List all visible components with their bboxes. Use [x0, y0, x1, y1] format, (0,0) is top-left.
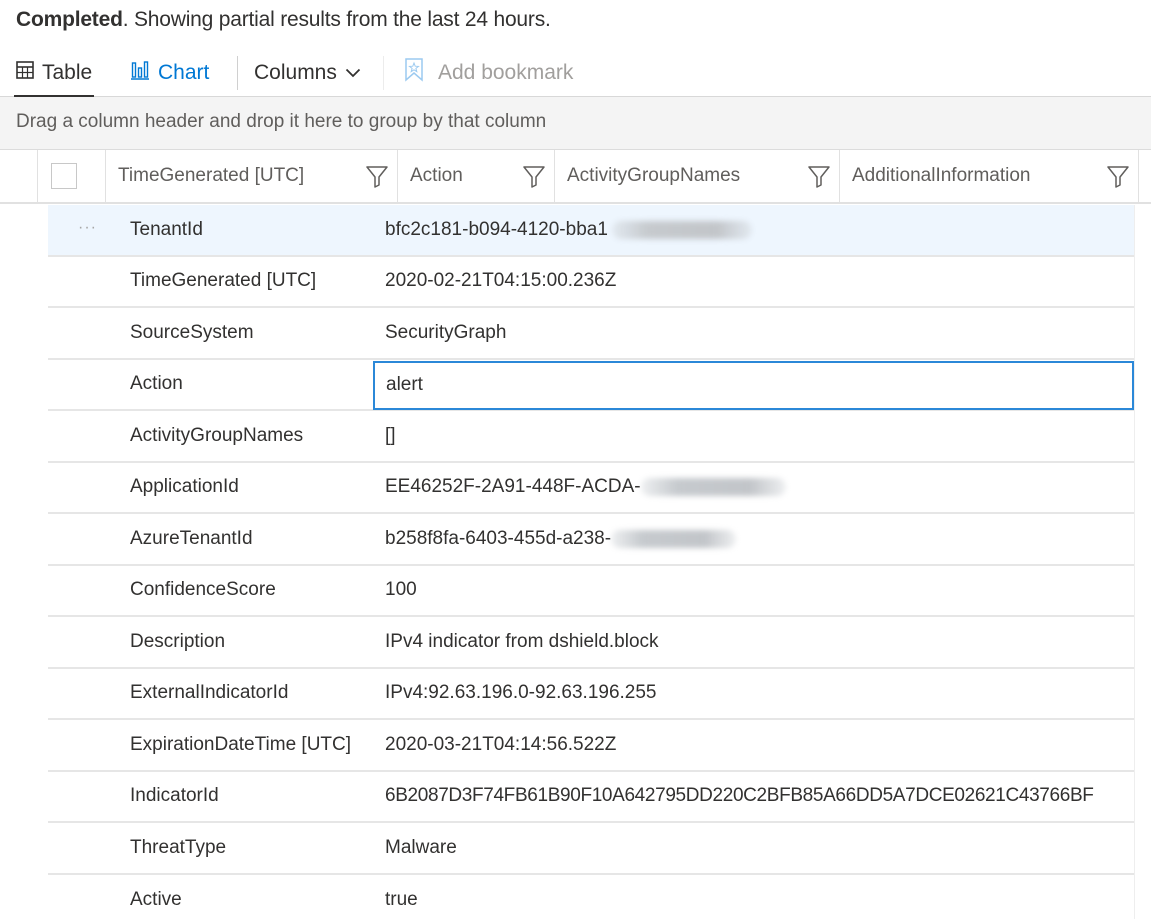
detail-row[interactable]: ActivityGroupNames []	[48, 411, 1134, 463]
field-value: Malware	[385, 836, 457, 858]
chevron-down-icon	[345, 67, 361, 79]
detail-panel-border	[1134, 205, 1135, 919]
redacted-value	[611, 529, 737, 548]
field-name: ActivityGroupNames	[130, 424, 304, 446]
field-name: ThreatType	[130, 836, 227, 858]
field-name: Action	[130, 373, 183, 395]
table-icon	[16, 61, 34, 85]
column-header-activitygroupnames[interactable]: ActivityGroupNames	[554, 150, 839, 202]
add-bookmark-button[interactable]: Add bookmark	[404, 50, 573, 96]
detail-row[interactable]: Action alert	[48, 359, 1134, 411]
detail-row[interactable]: ApplicationId EE46252F-2A91-448F-ACDA-	[48, 462, 1134, 514]
field-value: EE46252F-2A91-448F-ACDA-	[385, 476, 786, 498]
column-header-label: AdditionalInformation	[852, 165, 1031, 186]
detail-row[interactable]: SourceSystem SecurityGraph	[48, 308, 1134, 360]
field-name: ExternalIndicatorId	[130, 682, 289, 704]
results-table-header: TimeGenerated [UTC] Action ActivityGroup…	[0, 150, 1151, 204]
results-toolbar: Table Chart Columns Add bookmark	[0, 50, 1151, 98]
field-value: SecurityGraph	[385, 321, 507, 343]
bookmark-icon	[404, 58, 424, 88]
toolbar-divider	[383, 56, 384, 90]
field-name: TimeGenerated [UTC]	[130, 270, 317, 292]
select-all-checkbox[interactable]	[51, 163, 77, 189]
filter-icon[interactable]	[807, 164, 831, 188]
detail-row[interactable]: ConfidenceScore 100	[48, 565, 1134, 617]
status-completed: Completed	[16, 8, 123, 31]
detail-row[interactable]: ExpirationDateTime [UTC] 2020-03-21T04:1…	[48, 720, 1134, 772]
field-value: b258f8fa-6403-455d-a238-	[385, 528, 737, 550]
filter-icon[interactable]	[522, 164, 546, 188]
field-name: SourceSystem	[130, 321, 254, 343]
redacted-value	[611, 220, 752, 239]
field-name: ApplicationId	[130, 476, 239, 498]
add-bookmark-label: Add bookmark	[438, 61, 574, 84]
field-name: ConfidenceScore	[130, 579, 276, 601]
focused-field-value[interactable]: alert	[373, 360, 1134, 410]
detail-row[interactable]: AzureTenantId b258f8fa-6403-455d-a238-	[48, 514, 1134, 566]
filter-icon[interactable]	[365, 164, 389, 188]
chart-icon	[130, 60, 150, 86]
detail-row[interactable]: Description IPv4 indicator from dshield.…	[48, 617, 1134, 669]
field-value: alert	[386, 374, 423, 395]
columns-dropdown[interactable]: Columns	[254, 50, 361, 96]
field-name: ExpirationDateTime [UTC]	[130, 733, 352, 755]
columns-label: Columns	[254, 61, 337, 84]
detail-row[interactable]: ThreatType Malware	[48, 823, 1134, 875]
field-name: Description	[130, 630, 226, 652]
status-message: . Showing partial results from the last …	[122, 8, 551, 31]
record-detail-panel: ··· TenantId bfc2c181-b094-4120-bba1 Tim…	[48, 205, 1134, 919]
detail-row[interactable]: Active true	[48, 874, 1134, 919]
field-value: true	[385, 889, 418, 911]
field-name: Active	[130, 889, 182, 911]
column-header-label: TimeGenerated [UTC]	[118, 165, 305, 186]
field-name: TenantId	[130, 218, 203, 240]
field-value: 2020-02-21T04:15:00.236Z	[385, 270, 617, 292]
redacted-value	[640, 478, 786, 497]
group-by-drop-zone[interactable]: Drag a column header and drop it here to…	[0, 97, 1151, 150]
detail-row[interactable]: ExternalIndicatorId IPv4:92.63.196.0-92.…	[48, 668, 1134, 720]
field-value: 6B2087D3F74FB61B90F10A642795DD220C2BFB85…	[385, 785, 1094, 807]
field-value: []	[385, 424, 396, 446]
field-value: 2020-03-21T04:14:56.522Z	[385, 733, 617, 755]
field-value: bfc2c181-b094-4120-bba1	[385, 219, 752, 241]
select-all-cell	[37, 150, 105, 202]
tab-chart[interactable]: Chart	[130, 50, 209, 96]
column-header-label: ActivityGroupNames	[567, 165, 741, 186]
query-status: Completed. Showing partial results from …	[16, 8, 551, 32]
tab-chart-label: Chart	[158, 61, 210, 84]
detail-row[interactable]: TimeGenerated [UTC] 2020-02-21T04:15:00.…	[48, 256, 1134, 308]
more-options-icon[interactable]: ···	[78, 219, 97, 237]
detail-row[interactable]: ··· TenantId bfc2c181-b094-4120-bba1	[48, 205, 1134, 257]
filter-icon[interactable]	[1106, 164, 1130, 188]
tab-table-label: Table	[42, 61, 93, 84]
field-name: AzureTenantId	[130, 527, 253, 549]
field-value: IPv4 indicator from dshield.block	[385, 630, 659, 652]
detail-row[interactable]: IndicatorId 6B2087D3F74FB61B90F10A642795…	[48, 771, 1134, 823]
toolbar-divider	[237, 56, 238, 90]
field-value: IPv4:92.63.196.0-92.63.196.255	[385, 682, 657, 704]
column-header-additionalinformation[interactable]: AdditionalInformation	[839, 150, 1139, 202]
group-by-hint: Drag a column header and drop it here to…	[16, 111, 547, 132]
field-name: IndicatorId	[130, 785, 219, 807]
column-header-timegenerated[interactable]: TimeGenerated [UTC]	[105, 150, 397, 202]
field-value: 100	[385, 579, 417, 601]
tab-table[interactable]: Table	[14, 50, 95, 98]
column-header-label: Action	[410, 165, 463, 186]
column-header-action[interactable]: Action	[397, 150, 554, 202]
